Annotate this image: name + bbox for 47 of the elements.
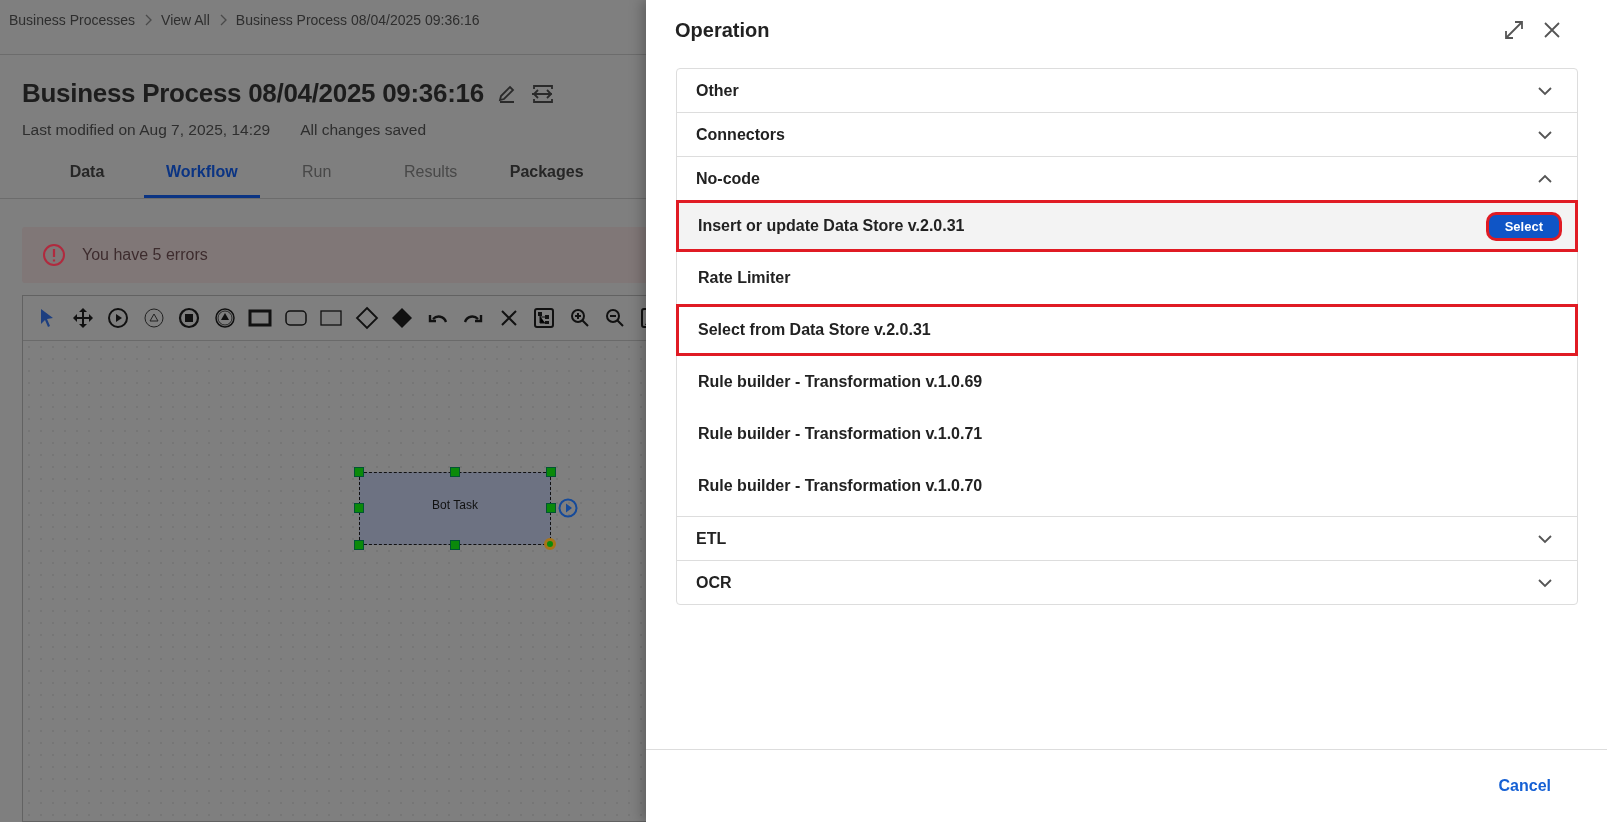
expand-icon[interactable] (1503, 19, 1525, 41)
chevron-icon (1537, 85, 1553, 96)
resize-handle[interactable] (354, 503, 364, 513)
tab[interactable]: Packages (487, 149, 606, 198)
error-message: You have 5 errors (82, 246, 208, 264)
chevron-icon (1537, 533, 1553, 544)
stop-circle-icon[interactable] (177, 306, 201, 330)
resize-handle[interactable] (354, 467, 364, 477)
tab[interactable]: Data (30, 149, 144, 198)
triangle-circle-icon[interactable] (141, 306, 166, 330)
resize-handle[interactable] (354, 540, 364, 550)
chevron-icon (1537, 129, 1553, 140)
triangle-filled-circle-icon[interactable] (212, 306, 237, 330)
task-node[interactable]: Bot Task (359, 472, 551, 545)
breadcrumb-link[interactable]: View All (161, 12, 210, 28)
diamond-icon[interactable] (354, 306, 379, 330)
close-icon[interactable] (1543, 21, 1561, 39)
resize-handle[interactable] (450, 467, 460, 477)
chevron-icon (1537, 173, 1553, 184)
accordion-header[interactable]: Connectors (677, 112, 1577, 156)
breadcrumb-link[interactable]: Business Process 08/04/2025 09:36:16 (235, 12, 480, 28)
process-title: Business Process 08/04/2025 09:36:16 (22, 78, 484, 109)
filled-diamond-icon[interactable] (390, 306, 414, 330)
operation-item[interactable]: Select from Data Store v.2.0.31 (676, 304, 1578, 356)
chevron-icon (1537, 577, 1553, 588)
accordion-header[interactable]: OCR (677, 560, 1577, 604)
last-modified-text: Last modified on Aug 7, 2025, 14:29 (22, 121, 271, 139)
error-icon (42, 243, 66, 267)
accordion-header[interactable]: ETL (677, 516, 1577, 560)
accordion-header[interactable]: Other (677, 69, 1577, 112)
save-status-text: All changes saved (300, 121, 426, 139)
operation-item[interactable]: Rule builder - Transformation v.1.0.69 (676, 356, 1578, 408)
operation-item[interactable]: Rate Limiter (676, 252, 1578, 304)
cancel-button[interactable]: Cancel (1492, 776, 1557, 796)
link-handle[interactable] (544, 538, 556, 550)
chevron-right-icon (218, 14, 227, 26)
operation-item[interactable]: Rule builder - Transformation v.1.0.71 (676, 408, 1578, 460)
select-button[interactable]: Select (1485, 211, 1562, 241)
chevron-right-icon (144, 14, 153, 26)
operation-item[interactable]: Rule builder - Transformation v.1.0.70 (676, 460, 1578, 512)
resize-handle[interactable] (450, 540, 460, 550)
layout-icon[interactable] (532, 306, 556, 330)
operation-item[interactable]: Insert or update Data Store v.2.0.31 Select (676, 200, 1578, 252)
play-circle-icon[interactable] (106, 306, 130, 330)
panel-title: Operation (675, 18, 771, 42)
resize-handle[interactable] (546, 467, 556, 477)
resize-handle[interactable] (546, 503, 556, 513)
